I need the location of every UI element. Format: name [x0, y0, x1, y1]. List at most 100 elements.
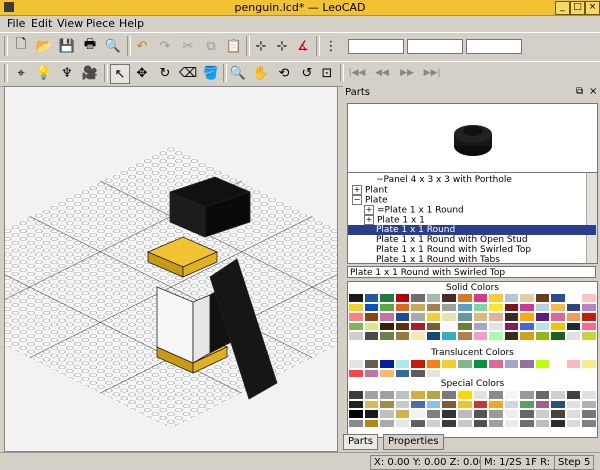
- color-swatch[interactable]: [488, 302, 504, 312]
- undo-icon[interactable]: ↶: [133, 37, 151, 55]
- 3d-viewport[interactable]: [4, 86, 338, 452]
- color-swatch[interactable]: [348, 359, 364, 369]
- color-swatch[interactable]: [472, 418, 489, 428]
- color-swatch[interactable]: [488, 418, 504, 428]
- color-swatch[interactable]: [565, 331, 582, 341]
- color-swatch[interactable]: [472, 359, 489, 369]
- color-swatch[interactable]: [348, 302, 364, 312]
- color-swatch[interactable]: [348, 418, 364, 428]
- color-swatch[interactable]: [488, 359, 504, 369]
- tree-item[interactable]: Plate 1 x 1 Round: [348, 225, 596, 235]
- color-swatch[interactable]: [472, 312, 489, 322]
- color-swatch[interactable]: [565, 409, 582, 419]
- color-swatch[interactable]: [581, 293, 597, 303]
- color-swatch[interactable]: [425, 321, 442, 331]
- zoom-icon[interactable]: 🔍: [229, 64, 247, 82]
- color-swatch[interactable]: [441, 321, 457, 331]
- snap-z-icon[interactable]: ⊹: [273, 37, 291, 55]
- tree-item[interactable]: Plate 1 x 1 Round with Tabs: [348, 255, 597, 263]
- color-swatch[interactable]: [348, 390, 364, 400]
- color-swatch[interactable]: [550, 399, 566, 409]
- color-swatch[interactable]: [394, 399, 411, 409]
- color-swatch[interactable]: [488, 409, 504, 419]
- color-swatch[interactable]: [565, 390, 582, 400]
- color-palette[interactable]: Solid Colors Translucent Colors Special …: [347, 281, 598, 438]
- color-swatch[interactable]: [519, 331, 535, 341]
- color-swatch[interactable]: [441, 312, 457, 322]
- color-swatch[interactable]: [379, 293, 395, 303]
- color-swatch[interactable]: [348, 293, 364, 303]
- selected-part-name[interactable]: Plate 1 x 1 Round with Swirled Top: [347, 266, 596, 278]
- tree-item[interactable]: Plate 1 x 1 Round with Open Stud: [348, 235, 597, 245]
- color-swatch[interactable]: [534, 312, 551, 322]
- color-swatch[interactable]: [519, 359, 535, 369]
- color-swatch[interactable]: [581, 399, 597, 409]
- expand-toggle-icon[interactable]: +: [352, 185, 362, 195]
- open-file-icon[interactable]: 📂: [35, 37, 53, 55]
- previous-step-icon[interactable]: ◀◀: [371, 64, 393, 82]
- color-swatch[interactable]: [519, 368, 535, 378]
- color-swatch[interactable]: [534, 331, 551, 341]
- color-swatch[interactable]: [550, 418, 566, 428]
- color-swatch[interactable]: [348, 312, 364, 322]
- color-swatch[interactable]: [394, 312, 411, 322]
- color-swatch[interactable]: [534, 293, 551, 303]
- color-swatch[interactable]: [410, 418, 426, 428]
- expand-toggle-icon[interactable]: −: [352, 195, 362, 205]
- color-swatch[interactable]: [534, 359, 551, 369]
- light-icon[interactable]: 💡: [35, 64, 53, 82]
- color-swatch[interactable]: [456, 302, 473, 312]
- tab-properties[interactable]: Properties: [383, 434, 444, 450]
- print-preview-icon[interactable]: 🔍: [104, 37, 122, 55]
- color-swatch[interactable]: [410, 312, 426, 322]
- color-swatch[interactable]: [456, 359, 473, 369]
- expand-toggle-icon[interactable]: +: [364, 205, 374, 215]
- color-swatch[interactable]: [534, 418, 551, 428]
- color-swatch[interactable]: [379, 312, 395, 322]
- color-swatch[interactable]: [581, 302, 597, 312]
- color-swatch[interactable]: [394, 368, 411, 378]
- pan-icon[interactable]: ✋: [252, 64, 270, 82]
- toolbar-grip[interactable]: [4, 64, 8, 82]
- color-swatch[interactable]: [472, 302, 489, 312]
- color-swatch[interactable]: [410, 331, 426, 341]
- color-swatch[interactable]: [379, 399, 395, 409]
- color-swatch[interactable]: [456, 399, 473, 409]
- color-swatch[interactable]: [519, 399, 535, 409]
- color-swatch[interactable]: [394, 390, 411, 400]
- parts-tree[interactable]: ~Panel 4 x 3 x 3 with Porthole + Plant − Pla…: [347, 172, 598, 264]
- color-swatch[interactable]: [565, 293, 582, 303]
- color-swatch[interactable]: [581, 418, 597, 428]
- color-swatch[interactable]: [379, 390, 395, 400]
- color-swatch[interactable]: [565, 418, 582, 428]
- tree-item[interactable]: − Plate: [348, 195, 582, 206]
- color-swatch[interactable]: [348, 368, 364, 378]
- color-swatch[interactable]: [348, 321, 364, 331]
- color-swatch[interactable]: [379, 409, 395, 419]
- color-swatch[interactable]: [456, 293, 473, 303]
- color-swatch[interactable]: [456, 312, 473, 322]
- color-swatch[interactable]: [379, 331, 395, 341]
- new-file-icon[interactable]: 🗋: [12, 37, 30, 55]
- color-swatch[interactable]: [379, 321, 395, 331]
- toolbar-grip[interactable]: [4, 36, 8, 56]
- color-swatch[interactable]: [488, 368, 504, 378]
- color-swatch[interactable]: [456, 409, 473, 419]
- color-swatch[interactable]: [472, 331, 489, 341]
- snap-options-icon[interactable]: ⋮: [322, 37, 340, 55]
- color-swatch[interactable]: [441, 390, 457, 400]
- color-swatch[interactable]: [379, 368, 395, 378]
- color-swatch[interactable]: [410, 399, 426, 409]
- copy-icon[interactable]: ⧉: [202, 37, 220, 55]
- color-swatch[interactable]: [534, 321, 551, 331]
- float-panel-icon[interactable]: ⧉: [576, 86, 583, 97]
- color-swatch[interactable]: [519, 302, 535, 312]
- color-swatch[interactable]: [410, 390, 426, 400]
- add-camera-icon[interactable]: 🎥: [81, 64, 99, 82]
- last-step-icon[interactable]: ▶▶|: [421, 64, 443, 82]
- color-swatch[interactable]: [488, 399, 504, 409]
- color-swatch[interactable]: [488, 293, 504, 303]
- close-button[interactable]: ×: [585, 1, 600, 15]
- color-swatch[interactable]: [565, 312, 582, 322]
- color-swatch[interactable]: [394, 418, 411, 428]
